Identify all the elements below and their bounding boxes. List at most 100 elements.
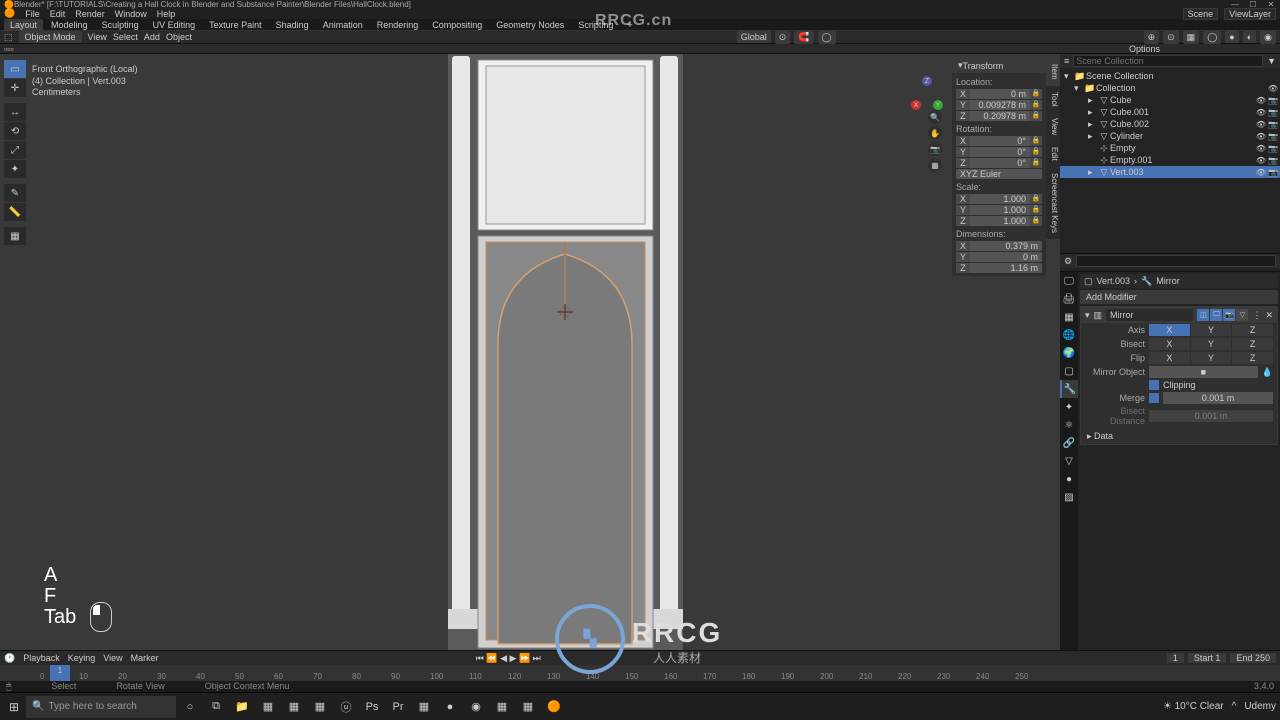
playhead[interactable]: 1 xyxy=(50,665,70,681)
n-tab-view[interactable]: View xyxy=(1046,112,1060,141)
menu-render[interactable]: Render xyxy=(75,9,105,19)
rotation-z[interactable]: Z0°🔒 xyxy=(956,158,1042,168)
taskbar-app-icon[interactable]: ▦ xyxy=(412,695,436,719)
location-y[interactable]: Y0.009278 m🔒 xyxy=(956,100,1042,110)
workspace-modeling[interactable]: Modeling xyxy=(45,19,94,31)
workspace-animation[interactable]: Animation xyxy=(317,19,369,31)
orientation-selector[interactable]: Global xyxy=(737,31,771,43)
n-tab-item[interactable]: Item xyxy=(1046,58,1060,86)
taskbar-cortana-icon[interactable]: ○ xyxy=(178,695,202,719)
end-frame-field[interactable]: End 250 xyxy=(1230,653,1276,663)
current-frame-field[interactable]: 1 xyxy=(1167,653,1184,663)
location-x[interactable]: X0 m🔒 xyxy=(956,89,1042,99)
timeline-marker[interactable]: Marker xyxy=(131,653,159,663)
viewport-canvas[interactable] xyxy=(0,54,1060,650)
n-tab-edit[interactable]: Edit xyxy=(1046,141,1060,167)
scale-y[interactable]: Y1.000🔒 xyxy=(956,205,1042,215)
flip-x-toggle[interactable]: X xyxy=(1149,352,1190,364)
tool-annotate[interactable]: ✎ xyxy=(4,184,26,202)
taskbar-app-icon[interactable]: ▦ xyxy=(256,695,280,719)
modifier-expand-icon[interactable]: ▾ xyxy=(1085,310,1090,321)
workspace-compositing[interactable]: Compositing xyxy=(426,19,488,31)
axis-y-toggle[interactable]: Y xyxy=(1191,324,1232,336)
axis-z-toggle[interactable]: Z xyxy=(1232,324,1273,336)
outliner-item[interactable]: ▸▽Cylinder👁📷 xyxy=(1060,130,1280,142)
3d-viewport[interactable]: ▭ ✛ ↔ ⟲ ⤢ ✦ ✎ 📏 ▦ Front Orthographic (Lo… xyxy=(0,54,1060,650)
mod-editmode-icon[interactable]: ◫ xyxy=(1197,309,1209,321)
outliner-item[interactable]: ▸▽Cube.002👁📷 xyxy=(1060,118,1280,130)
taskbar-pr-icon[interactable]: Pr xyxy=(386,695,410,719)
outliner-item-selected[interactable]: ▸▽Vert.003👁📷 xyxy=(1060,166,1280,178)
tab-particles[interactable]: ✦ xyxy=(1060,398,1078,416)
flip-y-toggle[interactable]: Y xyxy=(1191,352,1232,364)
add-modifier-button[interactable]: Add Modifier xyxy=(1080,290,1278,304)
timeline-keying[interactable]: Keying xyxy=(68,653,96,663)
navigation-gizmo[interactable]: X Y Z xyxy=(909,74,945,110)
n-tab-tool[interactable]: Tool xyxy=(1046,86,1060,113)
shading-rendered[interactable]: ◉ xyxy=(1260,31,1276,44)
proportional-toggle[interactable]: ◯ xyxy=(818,31,836,44)
modifier-close-icon[interactable]: ✕ xyxy=(1265,310,1273,321)
props-type-icon[interactable]: ⚙ xyxy=(1064,256,1072,267)
tool-move[interactable]: ↔ xyxy=(4,103,26,121)
outliner-item[interactable]: ⊹Empty👁📷 xyxy=(1060,142,1280,154)
taskbar-app-icon[interactable]: ● xyxy=(438,695,462,719)
tab-constraints[interactable]: 🔗 xyxy=(1060,434,1078,452)
merge-checkbox[interactable] xyxy=(1149,393,1159,403)
transform-header[interactable]: ▾ Transform xyxy=(952,58,1046,73)
xray-toggle[interactable]: ▦ xyxy=(1183,31,1200,44)
start-button[interactable]: ⊞ xyxy=(4,697,24,717)
menu-help[interactable]: Help xyxy=(157,9,176,19)
options-dropdown[interactable]: Options xyxy=(1129,44,1160,54)
tab-modifiers[interactable]: 🔧 xyxy=(1060,380,1078,398)
axis-y-icon[interactable]: Y xyxy=(933,100,943,110)
workspace-shading[interactable]: Shading xyxy=(270,19,315,31)
taskbar-app-icon[interactable]: ▦ xyxy=(490,695,514,719)
workspace-layout[interactable]: Layout xyxy=(4,19,43,31)
filter-icon[interactable]: ▼ xyxy=(1267,56,1276,66)
dim-x[interactable]: X0.379 m xyxy=(956,241,1042,251)
select-mode-icons[interactable]: ▫▫▫ xyxy=(4,44,14,54)
timeline-ruler[interactable]: 1 01020304050607080901001101201301401501… xyxy=(0,665,1280,681)
modifier-data-section[interactable]: ▸ Data xyxy=(1081,429,1277,444)
tray-chevron-icon[interactable]: ^ xyxy=(1232,701,1237,712)
bisect-y-toggle[interactable]: Y xyxy=(1191,338,1232,350)
axis-x-icon[interactable]: X xyxy=(911,100,921,110)
flip-z-toggle[interactable]: Z xyxy=(1232,352,1273,364)
props-search[interactable] xyxy=(1076,255,1276,267)
taskbar-search[interactable]: 🔍 Type here to search xyxy=(26,696,176,718)
axis-z-icon[interactable]: Z xyxy=(922,76,932,86)
tool-measure[interactable]: 📏 xyxy=(4,203,26,221)
workspace-rendering[interactable]: Rendering xyxy=(371,19,425,31)
outliner-item[interactable]: ▸▽Cube.001👁📷 xyxy=(1060,106,1280,118)
play-reverse-icon[interactable]: ◀ xyxy=(500,653,507,663)
dim-z[interactable]: Z1.16 m xyxy=(956,263,1042,273)
axis-x-toggle[interactable]: X xyxy=(1149,324,1190,336)
rotation-x[interactable]: X0°🔒 xyxy=(956,136,1042,146)
collection-node[interactable]: ▾📁Collection👁 xyxy=(1060,82,1280,94)
scale-x[interactable]: X1.000🔒 xyxy=(956,194,1042,204)
scene-collection-node[interactable]: ▾📁Scene Collection xyxy=(1060,70,1280,82)
tool-add[interactable]: ▦ xyxy=(4,227,26,245)
workspace-texpaint[interactable]: Texture Paint xyxy=(203,19,268,31)
workspace-sculpting[interactable]: Sculpting xyxy=(96,19,145,31)
tab-material[interactable]: ● xyxy=(1060,470,1078,488)
jump-end-icon[interactable]: ⏭ xyxy=(533,653,541,663)
tool-cursor[interactable]: ✛ xyxy=(4,79,26,97)
snap-toggle[interactable]: 🧲 xyxy=(794,31,813,44)
workspace-scripting[interactable]: Scripting xyxy=(572,19,619,31)
taskbar-app-icon[interactable]: ▦ xyxy=(308,695,332,719)
scale-z[interactable]: Z1.000🔒 xyxy=(956,216,1042,226)
gizmo-toggle[interactable]: ⊕ xyxy=(1144,31,1160,44)
tab-viewlayer[interactable]: ▦ xyxy=(1060,308,1078,326)
taskbar-blender-icon[interactable]: 🟠 xyxy=(542,695,566,719)
rotation-y[interactable]: Y0°🔒 xyxy=(956,147,1042,157)
eyedropper-icon[interactable]: 💧 xyxy=(1262,367,1273,378)
tab-data[interactable]: ▽ xyxy=(1060,452,1078,470)
tool-transform[interactable]: ✦ xyxy=(4,160,26,178)
scene-selector[interactable]: Scene xyxy=(1183,8,1219,20)
tab-world[interactable]: 🌍 xyxy=(1060,344,1078,362)
tool-select-box[interactable]: ▭ xyxy=(4,60,26,78)
editor-type-icon[interactable]: ⬚ xyxy=(4,32,13,43)
start-frame-field[interactable]: Start 1 xyxy=(1188,653,1227,663)
